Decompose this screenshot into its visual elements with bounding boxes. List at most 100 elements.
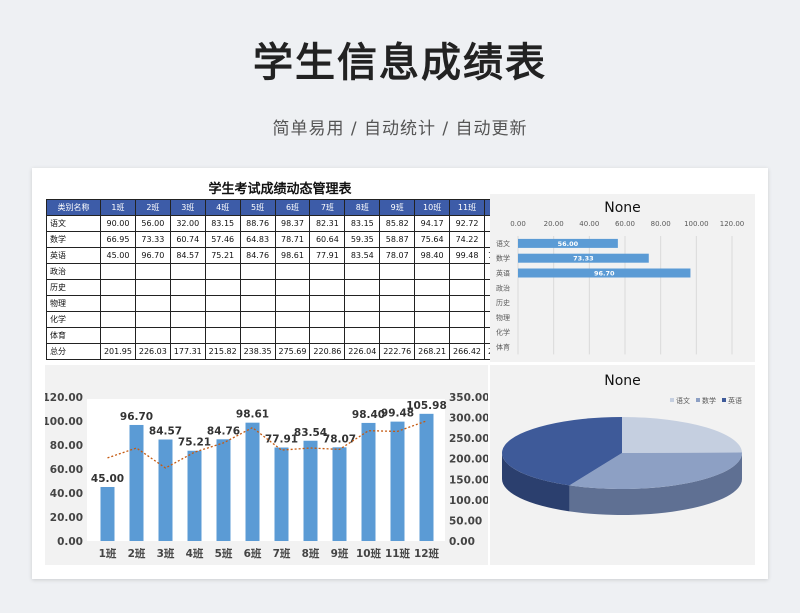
score-cell[interactable]: 99.48 [449,247,485,264]
score-cell[interactable]: 98.40 [414,247,451,264]
score-cell[interactable] [309,311,346,328]
score-cell[interactable]: 74.22 [449,231,485,248]
score-cell[interactable]: 268.21 [414,343,451,360]
score-cell[interactable]: 83.15 [344,215,381,232]
score-cell[interactable]: 82.31 [309,215,346,232]
score-cell[interactable] [239,263,276,280]
score-cell[interactable] [344,311,381,328]
score-cell[interactable]: 83.54 [344,247,381,264]
score-cell[interactable] [309,295,346,312]
score-cell[interactable] [414,263,451,280]
score-cell[interactable] [344,327,381,344]
score-cell[interactable]: 75.64 [414,231,451,248]
score-cell[interactable] [239,279,276,296]
score-cell[interactable]: 90.00 [100,215,136,232]
score-cell[interactable]: 83.15 [204,215,241,232]
score-cell[interactable]: 98.37 [274,215,311,232]
score-cell[interactable] [274,279,311,296]
score-cell[interactable]: 275.69 [274,343,311,360]
score-cell[interactable] [379,279,416,296]
score-cell[interactable] [379,327,416,344]
score-cell[interactable] [100,263,136,280]
score-cell[interactable] [414,327,451,344]
score-cell[interactable]: 84.57 [169,247,206,264]
score-cell[interactable]: 57.46 [204,231,241,248]
score-cell[interactable]: 226.03 [134,343,171,360]
score-cell[interactable] [414,311,451,328]
score-cell[interactable] [449,263,485,280]
score-cell[interactable] [274,263,311,280]
score-cell[interactable] [379,295,416,312]
score-cell[interactable] [414,279,451,296]
score-cell[interactable] [379,263,416,280]
score-cell[interactable] [204,279,241,296]
pie-chart[interactable]: None 语文 数学 英语 [490,365,755,565]
score-cell[interactable] [134,311,171,328]
score-cell[interactable]: 177.31 [169,343,206,360]
score-cell[interactable] [204,295,241,312]
score-cell[interactable] [344,263,381,280]
score-cell[interactable] [239,327,276,344]
score-cell[interactable] [344,279,381,296]
score-cell[interactable]: 78.71 [274,231,311,248]
score-cell[interactable]: 226.04 [344,343,381,360]
score-cell[interactable]: 66.95 [100,231,136,248]
score-cell[interactable] [100,295,136,312]
score-cell[interactable]: 215.82 [204,343,241,360]
score-cell[interactable]: 92.72 [449,215,485,232]
score-cell[interactable] [274,311,311,328]
score-cell[interactable]: 58.87 [379,231,416,248]
score-cell[interactable]: 64.83 [239,231,276,248]
score-cell[interactable] [100,311,136,328]
score-cell[interactable] [204,311,241,328]
score-cell[interactable] [169,311,206,328]
score-cell[interactable] [274,327,311,344]
score-cell[interactable] [414,295,451,312]
score-cell[interactable] [134,295,171,312]
score-cell[interactable]: 84.76 [239,247,276,264]
score-cell[interactable] [344,295,381,312]
score-cell[interactable]: 32.00 [169,215,206,232]
score-cell[interactable] [449,311,485,328]
score-cell[interactable] [169,295,206,312]
score-cell[interactable] [134,263,171,280]
score-cell[interactable] [100,279,136,296]
score-cell[interactable] [379,311,416,328]
score-cell[interactable] [309,263,346,280]
score-cell[interactable]: 45.00 [100,247,136,264]
score-cell[interactable]: 60.64 [309,231,346,248]
score-cell[interactable] [449,327,485,344]
score-cell[interactable] [100,327,136,344]
score-cell[interactable] [239,311,276,328]
score-cell[interactable]: 88.76 [239,215,276,232]
score-cell[interactable] [134,327,171,344]
score-cell[interactable]: 75.21 [204,247,241,264]
score-cell[interactable] [239,295,276,312]
score-cell[interactable]: 59.35 [344,231,381,248]
score-cell[interactable]: 201.95 [100,343,136,360]
score-cell[interactable] [274,295,311,312]
score-cell[interactable]: 85.82 [379,215,416,232]
score-cell[interactable] [134,279,171,296]
score-cell[interactable]: 77.91 [309,247,346,264]
score-cell[interactable]: 78.07 [379,247,416,264]
score-cell[interactable]: 60.74 [169,231,206,248]
score-cell[interactable] [449,295,485,312]
score-cell[interactable] [449,279,485,296]
score-cell[interactable]: 266.42 [449,343,485,360]
score-cell[interactable] [309,279,346,296]
score-cell[interactable]: 73.33 [134,231,171,248]
score-cell[interactable]: 220.86 [309,343,346,360]
score-cell[interactable]: 96.70 [134,247,171,264]
score-cell[interactable] [169,327,206,344]
subject-bar-chart[interactable]: None 0.00 20.00 40.00 60.00 80.00 100.00 120.0… [490,194,755,362]
class-column-chart[interactable]: 0.00 20.00 40.00 60.00 80.00 100.00 120.00 0.00… [45,365,488,565]
score-cell[interactable]: 94.17 [414,215,451,232]
score-cell[interactable]: 98.61 [274,247,311,264]
score-cell[interactable]: 222.76 [379,343,416,360]
score-cell[interactable] [204,327,241,344]
score-cell[interactable] [169,279,206,296]
score-cell[interactable] [169,263,206,280]
score-cell[interactable] [309,327,346,344]
score-cell[interactable]: 238.35 [239,343,276,360]
